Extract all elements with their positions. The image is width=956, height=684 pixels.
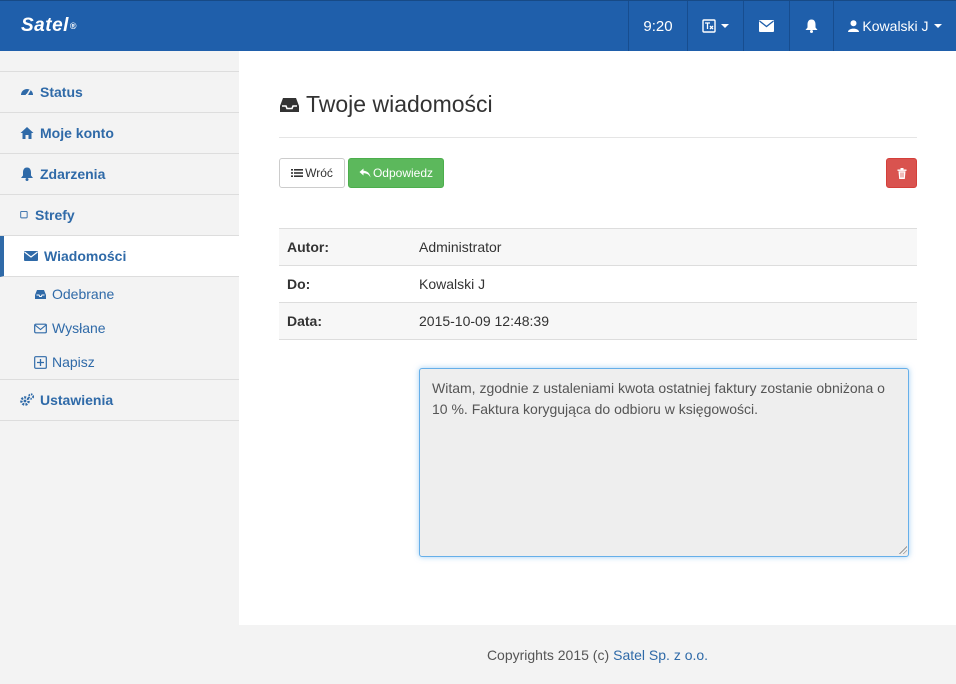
sidebar-menu: Status Moje konto Zdarzenia Strefy Wiado…: [0, 71, 239, 421]
sidebar-item-messages[interactable]: Wiadomości: [0, 236, 239, 277]
plus-square-icon: [34, 355, 47, 369]
inbox-icon: [35, 289, 46, 299]
sidebar-subitem-sent[interactable]: Wysłane: [0, 311, 239, 345]
clock-display: 9:20: [628, 1, 687, 51]
messages-button[interactable]: [743, 1, 789, 51]
back-button[interactable]: Wróć: [279, 158, 345, 188]
chevron-down-icon: [933, 24, 942, 28]
sidebar-item-label: Status: [40, 84, 83, 100]
action-toolbar: Wróć Odpowiedz: [279, 158, 917, 188]
bell-icon: [21, 167, 33, 181]
sidebar-item-account[interactable]: Moje konto: [0, 113, 239, 154]
envelope-icon: [24, 251, 38, 261]
reply-button-label: Odpowiedz: [372, 166, 434, 180]
sidebar-subitem-inbox[interactable]: Odebrane: [0, 277, 239, 311]
table-row: Data: 2015-10-09 12:48:39: [279, 302, 917, 340]
sidebar-item-label: Ustawienia: [40, 392, 114, 408]
delete-button[interactable]: [886, 158, 917, 188]
sidebar-item-label: Moje konto: [40, 125, 114, 141]
table-row: Autor: Administrator: [279, 228, 917, 266]
message-body-textarea[interactable]: Witam, zgodnie z ustaleniami kwota ostat…: [419, 368, 909, 557]
back-button-label: Wróć: [305, 166, 333, 180]
bell-icon: [805, 19, 818, 33]
language-icon: [702, 19, 716, 33]
messages-submenu: Odebrane Wysłane Napisz: [0, 277, 239, 380]
sidebar: Status Moje konto Zdarzenia Strefy Wiado…: [0, 51, 239, 684]
company-link[interactable]: Satel Sp. z o.o.: [613, 647, 708, 663]
detail-label: Do:: [287, 276, 311, 292]
top-navbar: Satel ® 9:20 Kowalski J: [0, 0, 956, 51]
language-dropdown[interactable]: [687, 1, 743, 51]
user-dropdown[interactable]: Kowalski J: [833, 1, 956, 51]
sidebar-item-events[interactable]: Zdarzenia: [0, 154, 239, 195]
sidebar-item-label: Strefy: [35, 207, 75, 223]
sidebar-subitem-label: Napisz: [52, 354, 95, 370]
trash-icon: [897, 167, 906, 179]
square-icon: [20, 210, 28, 219]
sidebar-item-zones[interactable]: Strefy: [0, 195, 239, 236]
page-title-text: Twoje wiadomości: [306, 91, 493, 117]
brand-logo[interactable]: Satel ®: [0, 1, 628, 51]
user-name: Kowalski J: [862, 18, 929, 34]
brand-name: Satel: [21, 15, 69, 36]
sidebar-item-label: Wiadomości: [44, 248, 127, 264]
chevron-down-icon: [721, 24, 729, 28]
inbox-icon: [280, 98, 299, 112]
envelope-outline-icon: [34, 323, 47, 333]
main-content: Twoje wiadomości Wróć Odpowiedz Autor: A…: [239, 51, 956, 625]
table-row: Do: Kowalski J: [279, 265, 917, 303]
sidebar-item-settings[interactable]: Ustawienia: [0, 380, 239, 421]
detail-value: 2015-10-09 12:48:39: [419, 313, 549, 329]
brand-mark: ®: [69, 21, 78, 31]
copyright-text: Copyrights 2015 (c): [486, 646, 610, 663]
user-icon: [848, 20, 860, 32]
envelope-icon: [759, 20, 774, 32]
notifications-button[interactable]: [789, 1, 833, 51]
sidebar-subitem-compose[interactable]: Napisz: [0, 345, 239, 379]
gears-icon: [20, 393, 34, 406]
detail-value: Administrator: [419, 239, 502, 255]
sidebar-item-label: Zdarzenia: [40, 166, 106, 182]
footer: Copyrights 2015 (c) Satel Sp. z o.o.: [239, 625, 956, 684]
sidebar-subitem-label: Odebrane: [52, 286, 115, 302]
list-icon: [291, 169, 304, 177]
reply-button[interactable]: Odpowiedz: [348, 158, 444, 188]
home-icon: [20, 127, 34, 139]
detail-label: Autor:: [287, 239, 329, 255]
message-details-table: Autor: Administrator Do: Kowalski J Data…: [279, 228, 917, 340]
reply-icon: [359, 168, 371, 178]
dashboard-icon: [21, 89, 33, 97]
resize-handle[interactable]: [898, 545, 907, 554]
page-title: Twoje wiadomości: [279, 91, 917, 138]
sidebar-item-status[interactable]: Status: [0, 72, 239, 113]
sidebar-subitem-label: Wysłane: [52, 320, 106, 336]
detail-label: Data:: [287, 313, 323, 329]
clock-time: 9:20: [643, 17, 673, 35]
detail-value: Kowalski J: [419, 276, 486, 292]
